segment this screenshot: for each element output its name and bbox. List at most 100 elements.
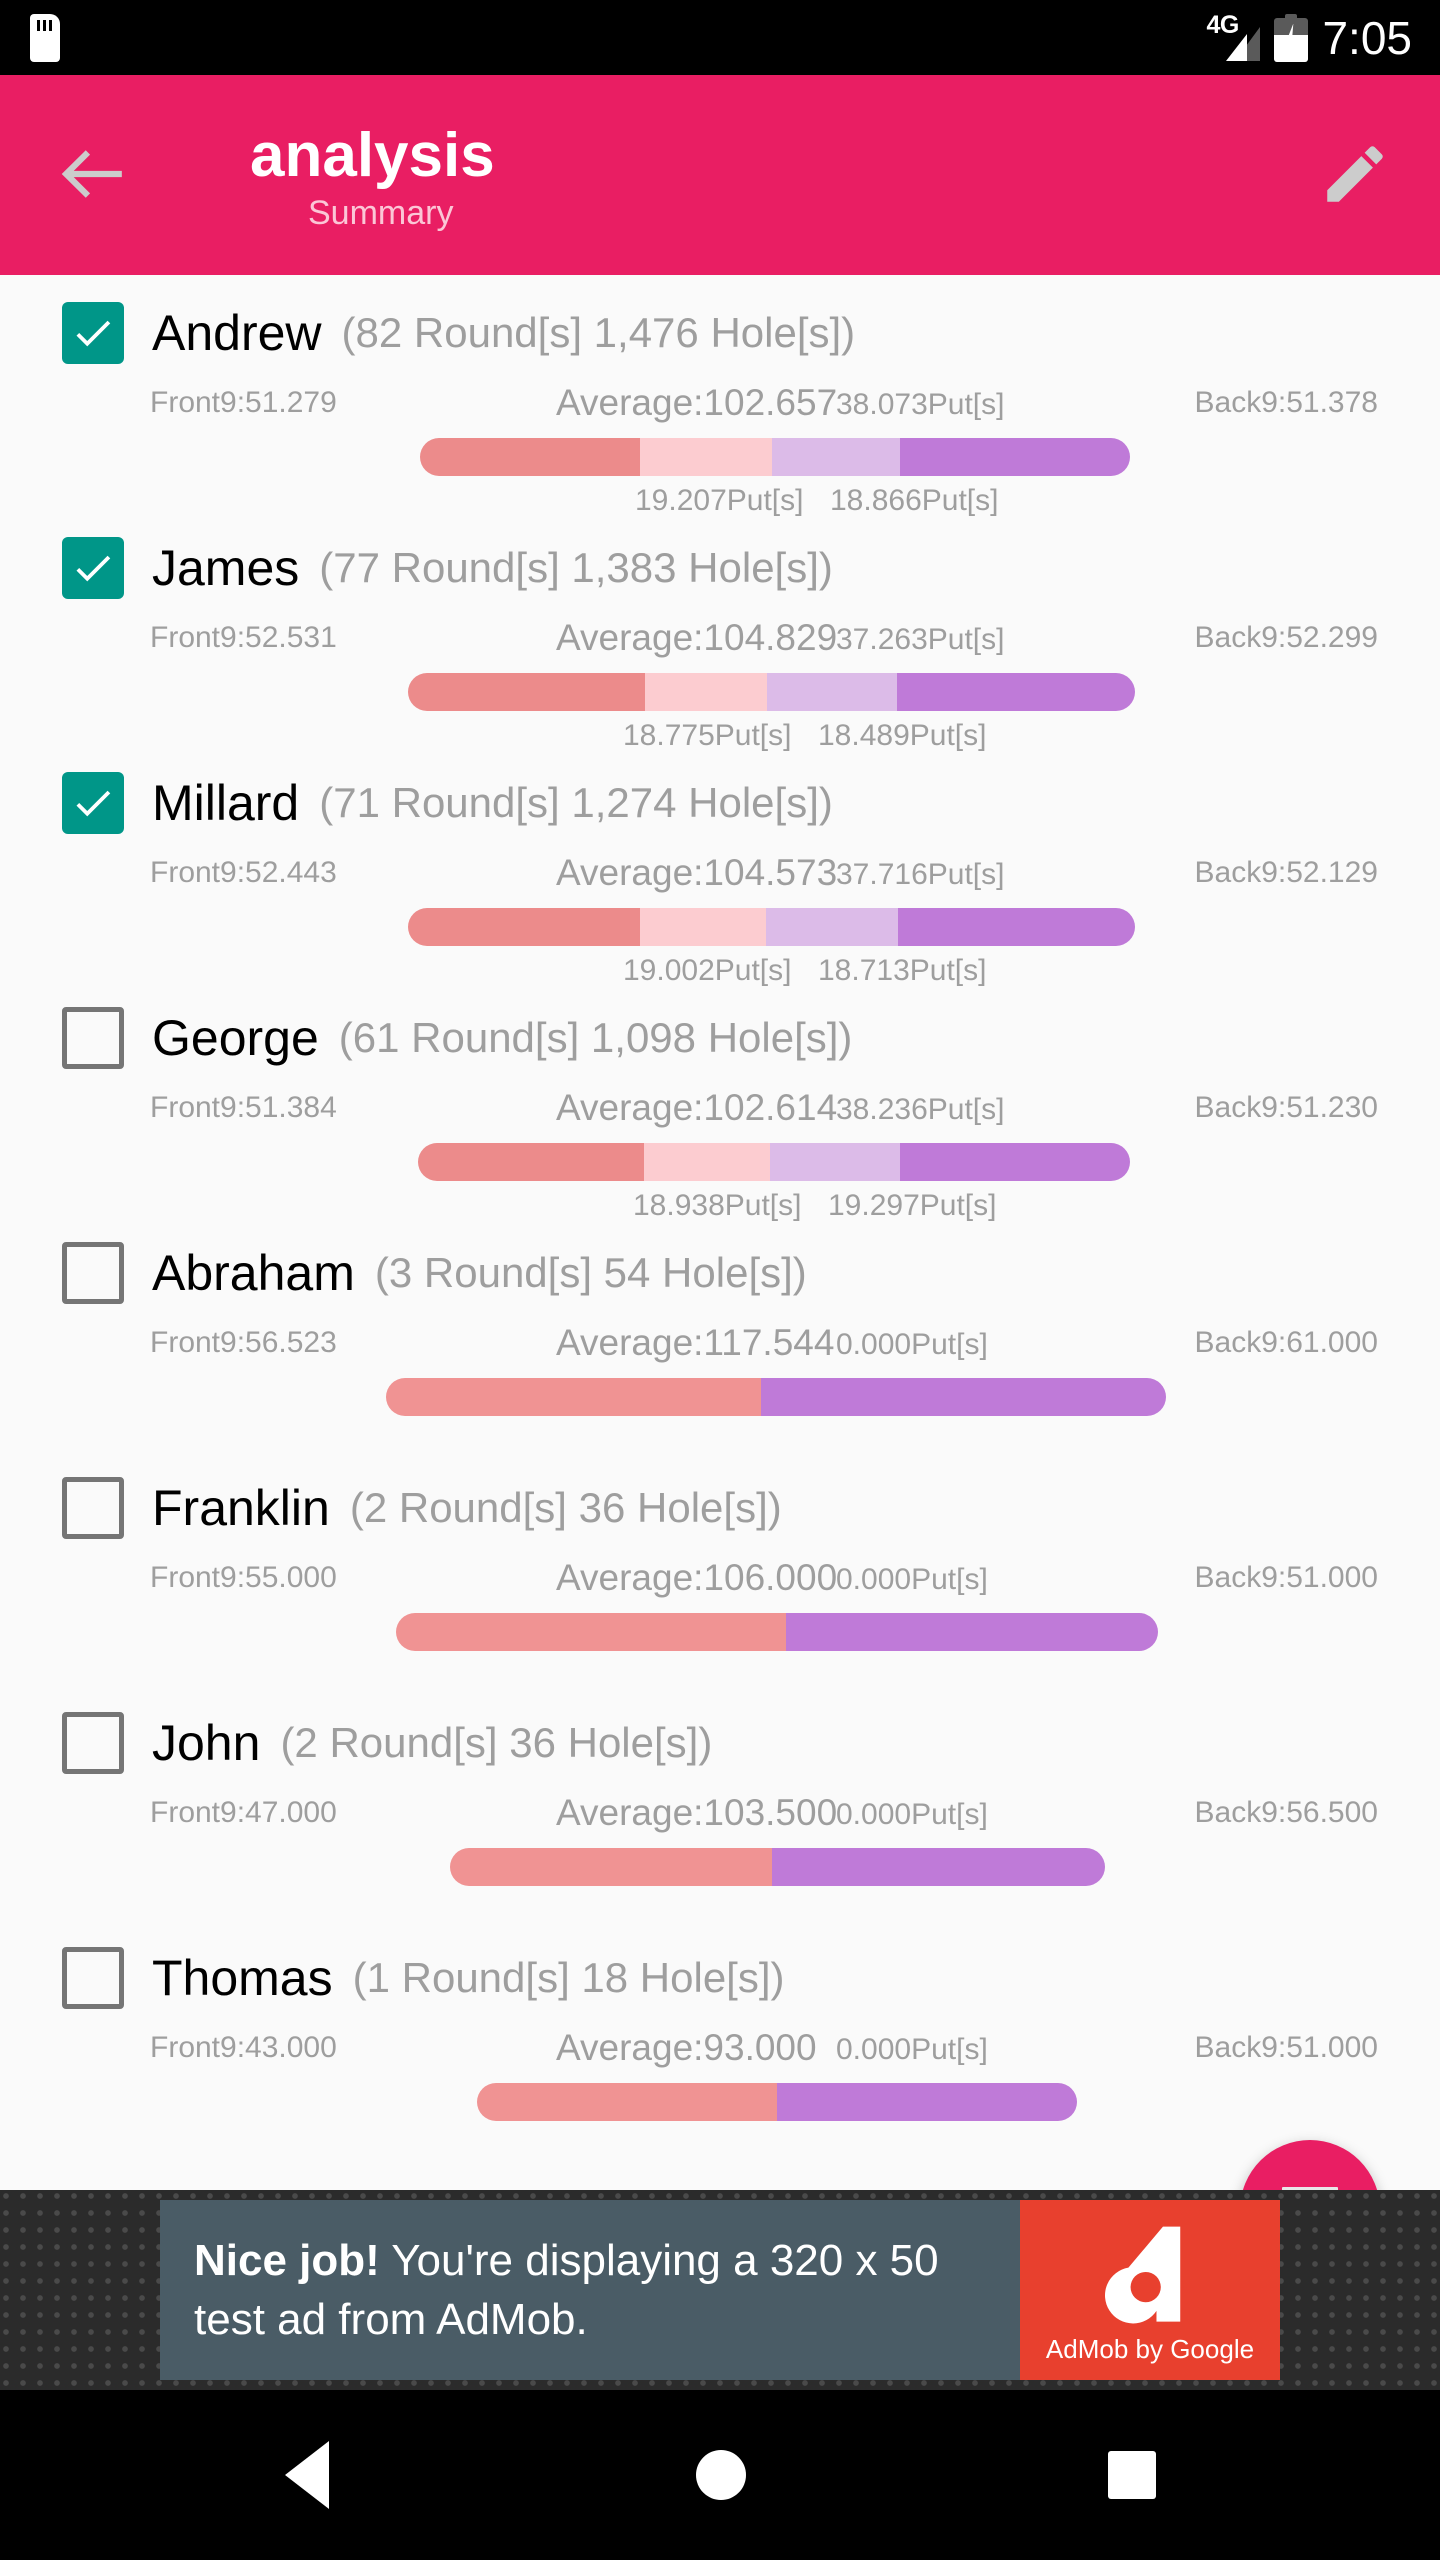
back9-label: Back9:51.230 <box>1194 1091 1378 1124</box>
total-putts-label: 0.000Put[s] <box>836 1798 988 1831</box>
player-checkbox[interactable] <box>62 772 124 834</box>
player-header[interactable]: Andrew (82 Round[s] 1,476 Hole[s]) <box>0 275 1440 364</box>
nav-recents-icon[interactable] <box>1108 2451 1156 2499</box>
player-bar-wrap <box>0 1848 1440 1886</box>
player-row[interactable]: George (61 Round[s] 1,098 Hole[s]) Front… <box>0 980 1440 1222</box>
player-row[interactable]: Millard (71 Round[s] 1,274 Hole[s]) Fron… <box>0 745 1440 987</box>
player-row[interactable]: Andrew (82 Round[s] 1,476 Hole[s]) Front… <box>0 275 1440 517</box>
app-bar-titles: analysis Summary <box>0 123 1440 239</box>
player-bar-wrap <box>0 1378 1440 1416</box>
segment-front9-putts <box>645 673 767 711</box>
player-checkbox[interactable] <box>62 537 124 599</box>
player-stats-line: Front9:52.443 Average:104.573 37.716Put[… <box>0 852 1440 902</box>
player-meta: (3 Round[s] 54 Hole[s]) <box>374 1249 807 1296</box>
total-putts-label: 0.000Put[s] <box>836 1328 988 1361</box>
player-bar-wrap <box>0 673 1440 711</box>
player-name: Andrew <box>152 305 322 361</box>
player-header[interactable]: John (2 Round[s] 36 Hole[s]) <box>0 1685 1440 1774</box>
phone-screen: 4G 7:05 analysis Summary Andrew (82 Roun… <box>0 0 1440 2560</box>
player-header[interactable]: Thomas (1 Round[s] 18 Hole[s]) <box>0 1920 1440 2009</box>
back9-label: Back9:61.000 <box>1194 1326 1378 1359</box>
player-row[interactable]: Thomas (1 Round[s] 18 Hole[s]) Front9:43… <box>0 1920 1440 2155</box>
nav-back-icon[interactable] <box>285 2441 329 2509</box>
nav-home-icon[interactable] <box>696 2450 746 2500</box>
player-row[interactable]: James (77 Round[s] 1,383 Hole[s]) Front9… <box>0 510 1440 752</box>
android-nav-bar <box>0 2390 1440 2560</box>
segment-back9-putts <box>772 438 900 476</box>
ad-banner[interactable]: Nice job! You're displaying a 320 x 50 t… <box>0 2190 1440 2390</box>
page-title: analysis <box>250 121 495 190</box>
segment-front9 <box>477 2083 777 2121</box>
player-list[interactable]: Andrew (82 Round[s] 1,476 Hole[s]) Front… <box>0 275 1440 2190</box>
signal-icon: 4G <box>1206 11 1261 61</box>
status-bar: 4G 7:05 <box>0 0 1440 75</box>
player-header[interactable]: George (61 Round[s] 1,098 Hole[s]) <box>0 980 1440 1069</box>
ad-logo-caption: AdMob by Google <box>1045 2333 1255 2364</box>
player-stacked-bar <box>386 1378 1166 1416</box>
average-label: Average:117.544 <box>556 1322 835 1363</box>
player-header[interactable]: Millard (71 Round[s] 1,274 Hole[s]) <box>0 745 1440 834</box>
segment-back9-putts <box>766 908 898 946</box>
player-row[interactable]: Abraham (3 Round[s] 54 Hole[s]) Front9:5… <box>0 1215 1440 1450</box>
edit-button[interactable] <box>1318 137 1392 211</box>
front9-label: Front9:52.531 <box>150 621 337 654</box>
average-label: Average:104.829 <box>556 617 838 658</box>
player-meta: (2 Round[s] 36 Hole[s]) <box>349 1484 782 1531</box>
check-icon <box>76 555 111 582</box>
player-stats-line: Front9:56.523 Average:117.544 0.000Put[s… <box>0 1322 1440 1372</box>
player-bar-wrap <box>0 2083 1440 2121</box>
battery-charging-icon <box>1274 13 1309 62</box>
segment-front9 <box>450 1848 772 1886</box>
player-stacked-bar <box>408 673 1135 711</box>
player-checkbox[interactable] <box>62 1477 124 1539</box>
player-name: George <box>152 1010 319 1066</box>
player-name: Millard <box>152 775 300 831</box>
average-label: Average:102.657 <box>556 382 838 423</box>
player-meta: (71 Round[s] 1,274 Hole[s]) <box>319 779 833 826</box>
player-meta: (61 Round[s] 1,098 Hole[s]) <box>338 1014 853 1061</box>
player-checkbox[interactable] <box>62 302 124 364</box>
player-meta: (1 Round[s] 18 Hole[s]) <box>352 1954 785 2001</box>
player-bar-wrap <box>0 1613 1440 1651</box>
segment-back9 <box>772 1848 1105 1886</box>
player-stats-line: Front9:55.000 Average:106.000 0.000Put[s… <box>0 1557 1440 1607</box>
status-bar-right: 4G 7:05 <box>1206 11 1440 62</box>
front9-label: Front9:51.384 <box>150 1091 337 1124</box>
segment-front9 <box>408 673 645 711</box>
segment-back9-putts <box>770 1143 900 1181</box>
segment-front9-putts <box>640 438 772 476</box>
player-checkbox[interactable] <box>62 1712 124 1774</box>
player-stats-line: Front9:43.000 Average:93.000 0.000Put[s]… <box>0 2027 1440 2077</box>
segment-back9 <box>777 2083 1077 2121</box>
ad-text: Nice job! You're displaying a 320 x 50 t… <box>160 2200 1020 2380</box>
total-putts-label: 0.000Put[s] <box>836 1563 988 1596</box>
admob-icon <box>1096 2216 1204 2328</box>
signal-bars-fg <box>1226 33 1248 61</box>
player-stacked-bar <box>396 1613 1158 1651</box>
player-row[interactable]: John (2 Round[s] 36 Hole[s]) Front9:47.0… <box>0 1685 1440 1920</box>
back9-label: Back9:52.299 <box>1194 621 1378 654</box>
front9-label: Front9:43.000 <box>150 2031 337 2064</box>
player-header[interactable]: Abraham (3 Round[s] 54 Hole[s]) <box>0 1215 1440 1304</box>
sd-card-icon <box>30 13 60 62</box>
player-checkbox[interactable] <box>62 1007 124 1069</box>
player-meta: (2 Round[s] 36 Hole[s]) <box>280 1719 713 1766</box>
total-putts-label: 37.263Put[s] <box>836 623 1005 656</box>
back9-label: Back9:51.000 <box>1194 2031 1378 2064</box>
player-header[interactable]: James (77 Round[s] 1,383 Hole[s]) <box>0 510 1440 599</box>
player-row[interactable]: Franklin (2 Round[s] 36 Hole[s]) Front9:… <box>0 1450 1440 1685</box>
segment-back9-putts <box>767 673 897 711</box>
segment-back9 <box>900 1143 1130 1181</box>
segment-back9 <box>898 908 1135 946</box>
front9-label: Front9:52.443 <box>150 856 337 889</box>
player-checkbox[interactable] <box>62 1242 124 1304</box>
player-checkbox[interactable] <box>62 1947 124 2009</box>
pencil-icon <box>1327 146 1383 202</box>
back9-label: Back9:52.129 <box>1194 856 1378 889</box>
front9-label: Front9:47.000 <box>150 1796 337 1829</box>
player-header[interactable]: Franklin (2 Round[s] 36 Hole[s]) <box>0 1450 1440 1539</box>
segment-back9 <box>761 1378 1166 1416</box>
segment-front9 <box>420 438 640 476</box>
segment-back9 <box>786 1613 1158 1651</box>
app-bar: analysis Summary <box>0 75 1440 275</box>
